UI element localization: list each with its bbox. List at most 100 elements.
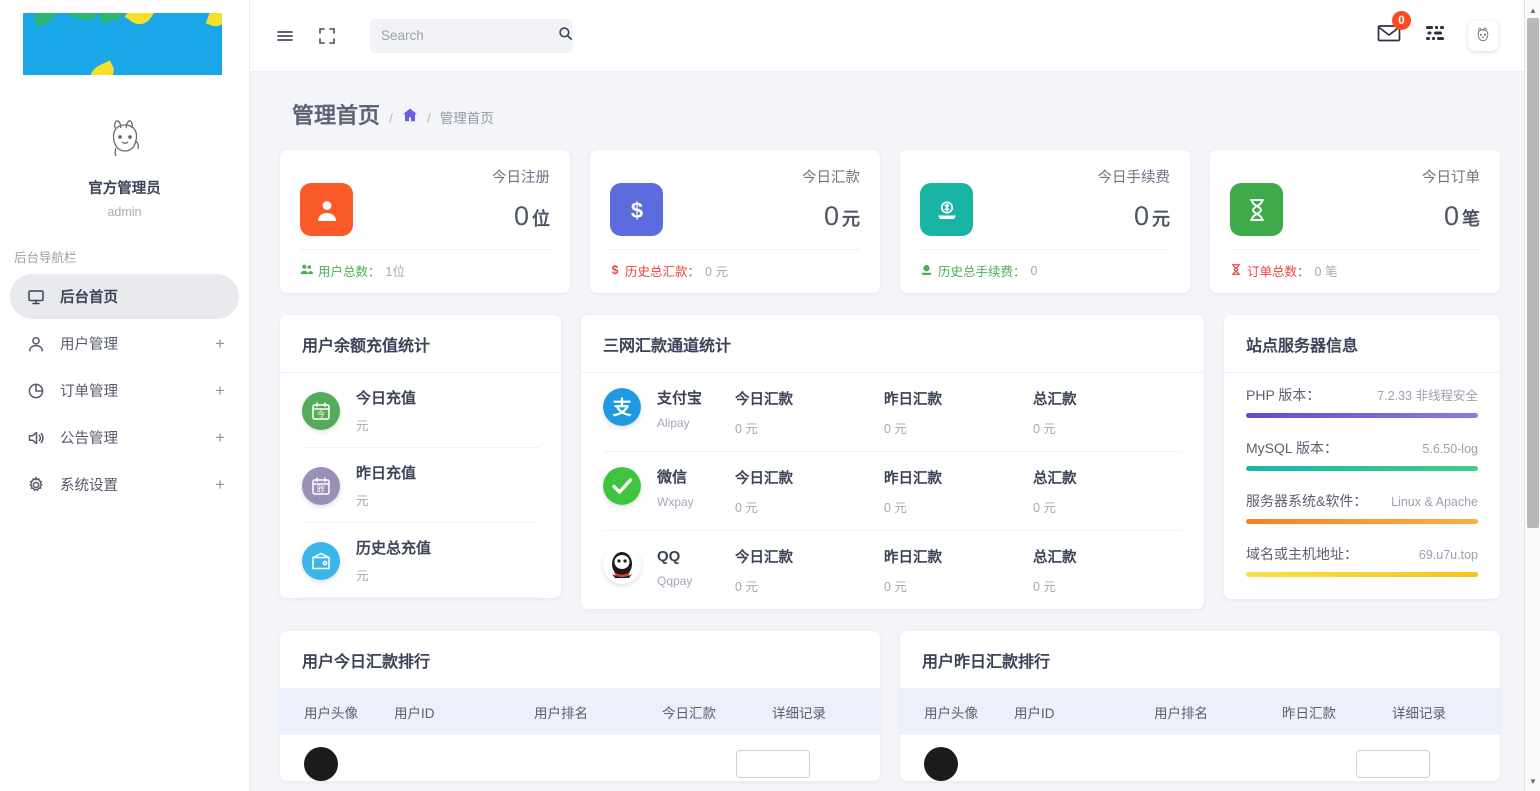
channel-row-2: QQ Qqpay 今日汇款 0 元 昨日汇款 0 元 总汇款 0 元 xyxy=(603,531,1182,609)
browser-scrollbar[interactable]: ▲ ▼ xyxy=(1524,0,1540,791)
brand-decorative-image xyxy=(23,13,222,75)
sidebar-item-expand[interactable]: + xyxy=(215,335,225,352)
detail-button[interactable] xyxy=(1356,750,1430,778)
stat-card-number: 0 xyxy=(514,201,529,231)
stat-card-0[interactable]: 今日注册 0位 用户总数： 1位 xyxy=(280,150,570,293)
channel-col-header: 今日汇款 xyxy=(735,467,884,488)
channel-name: 支付宝 xyxy=(657,388,735,410)
channel-name: QQ xyxy=(657,546,735,568)
wechat-icon xyxy=(603,467,641,505)
sidebar-item-expand[interactable]: + xyxy=(215,382,225,399)
server-info-key: 域名或主机地址： xyxy=(1246,544,1358,564)
rank-table-1: 用户昨日汇款排行 用户头像用户ID用户排名昨日汇款详细记录 xyxy=(900,631,1500,781)
stat-cards-row: 今日注册 0位 用户总数： 1位 $ 今日汇款 0元 $ 历史总汇款： xyxy=(280,150,1500,293)
stat-card-foot-label: 历史总汇款： xyxy=(625,261,700,280)
scroll-up-arrow[interactable]: ▲ xyxy=(1525,2,1540,18)
search-icon[interactable] xyxy=(558,26,573,46)
avatar xyxy=(924,747,958,781)
stat-card-label: 今日手续费 xyxy=(1098,166,1171,187)
rank-col-header-4: 详细记录 xyxy=(768,702,880,722)
rank-table-title: 用户今日汇款排行 xyxy=(280,631,880,689)
channel-col-value: 0 元 xyxy=(884,497,1033,516)
sidebar-item-label: 系统设置 xyxy=(60,474,215,495)
home-icon[interactable] xyxy=(402,107,418,127)
stat-card-unit: 元 xyxy=(842,209,860,229)
breadcrumb-current: 管理首页 xyxy=(440,107,494,127)
table-row[interactable] xyxy=(280,735,880,781)
rank-col-header-2: 用户排名 xyxy=(530,702,658,722)
server-info-value: 5.6.50-log xyxy=(1422,442,1478,456)
avatar[interactable] xyxy=(97,112,153,168)
panels-row: 用户余额充值统计 今 今日充值 元 昨 昨日充值 元 历史总充值 元 三网汇款通… xyxy=(280,315,1500,609)
sidebar-item-expand[interactable]: + xyxy=(215,429,225,446)
mail-icon[interactable]: 0 xyxy=(1376,20,1402,51)
stat-card-2[interactable]: 今日手续费 0元 历史总手续费： 0 xyxy=(900,150,1190,293)
rank-col-header-2: 用户排名 xyxy=(1150,702,1278,722)
channel-row-0: 支 支付宝 Alipay 今日汇款 0 元 昨日汇款 0 元 总汇款 0 元 xyxy=(603,373,1182,452)
stat-card-value: 0元 xyxy=(1098,201,1171,232)
rank-col-header-0: 用户头像 xyxy=(900,702,1010,722)
sidebar-item-3[interactable]: 公告管理 + xyxy=(10,415,239,460)
channel-sub: Wxpay xyxy=(657,495,735,509)
sidebar-item-label: 后台首页 xyxy=(60,286,225,307)
brand-logo[interactable]: 官方后台 xyxy=(0,0,249,86)
search-input[interactable] xyxy=(381,28,558,43)
stat-card-1[interactable]: $ 今日汇款 0元 $ 历史总汇款： 0 元 xyxy=(590,150,880,293)
detail-button[interactable] xyxy=(736,750,810,778)
stat-card-label: 今日注册 xyxy=(492,166,550,187)
sidebar-item-1[interactable]: 用户管理 + xyxy=(10,321,239,366)
channel-col-header: 昨日汇款 xyxy=(884,467,1033,488)
stat-card-value: 0元 xyxy=(802,201,860,232)
apps-grid-icon[interactable] xyxy=(1424,22,1446,49)
recharge-panel-title: 用户余额充值统计 xyxy=(280,315,561,373)
svg-text:昨: 昨 xyxy=(317,484,325,494)
dna-icon xyxy=(1230,183,1283,236)
channel-col-0: 今日汇款 0 元 xyxy=(735,546,884,595)
stat-card-unit: 笔 xyxy=(1462,209,1480,229)
channel-col-header: 昨日汇款 xyxy=(884,546,1033,567)
hamburger-icon[interactable] xyxy=(268,19,302,53)
stat-card-foot-label: 历史总手续费： xyxy=(938,261,1026,280)
users-icon xyxy=(300,263,313,279)
recharge-row-value: 元 xyxy=(356,565,431,584)
breadcrumb-separator-2: / xyxy=(427,110,431,126)
fullscreen-icon[interactable] xyxy=(310,19,344,53)
server-info-list: PHP 版本： 7.2.33 非线程安全 MySQL 版本： 5.6.50-lo… xyxy=(1224,373,1500,599)
channel-col-0: 今日汇款 0 元 xyxy=(735,467,884,516)
search-box[interactable] xyxy=(370,19,573,53)
stat-card-3[interactable]: 今日订单 0笔 订单总数： 0 笔 xyxy=(1210,150,1500,293)
scroll-down-arrow[interactable]: ▼ xyxy=(1525,773,1540,789)
server-info-value: Linux & Apache xyxy=(1391,495,1478,509)
alipay-icon: 支 xyxy=(603,388,641,426)
rank-col-header-1: 用户ID xyxy=(1010,702,1150,722)
recharge-row-2: 历史总充值 元 xyxy=(302,523,539,598)
user-avatar-button[interactable] xyxy=(1468,21,1498,51)
sidebar-item-0[interactable]: 后台首页 xyxy=(10,274,239,319)
user-icon xyxy=(26,334,46,354)
user-solid-icon xyxy=(300,183,353,236)
profile-name: 官方管理员 xyxy=(88,177,161,198)
channel-col-header: 总汇款 xyxy=(1033,388,1182,409)
sidebar-item-label: 公告管理 xyxy=(60,427,215,448)
channel-col-value: 0 元 xyxy=(884,418,1033,437)
recharge-row-0: 今 今日充值 元 xyxy=(302,373,539,448)
channel-sub: Alipay xyxy=(657,416,735,430)
rank-col-header-1: 用户ID xyxy=(390,702,530,722)
sidebar-item-4[interactable]: 系统设置 + xyxy=(10,462,239,507)
scrollbar-thumb[interactable] xyxy=(1527,18,1539,528)
channel-col-value: 0 元 xyxy=(735,576,884,595)
rank-table-title: 用户昨日汇款排行 xyxy=(900,631,1500,689)
speaker-icon xyxy=(26,428,46,448)
rank-col-header-4: 详细记录 xyxy=(1388,702,1500,722)
sidebar-item-expand[interactable]: + xyxy=(215,476,225,493)
stat-card-number: 0 xyxy=(824,201,839,231)
server-info-item-0: PHP 版本： 7.2.33 非线程安全 xyxy=(1246,373,1478,426)
stat-card-unit: 元 xyxy=(1152,209,1170,229)
table-row[interactable] xyxy=(900,735,1500,781)
topbar: 0 xyxy=(250,0,1540,72)
server-info-item-3: 域名或主机地址： 69.u7u.top xyxy=(1246,532,1478,585)
stat-card-foot-label: 订单总数： xyxy=(1247,261,1310,280)
channel-panel-title: 三网汇款通道统计 xyxy=(581,315,1204,373)
sidebar-item-2[interactable]: 订单管理 + xyxy=(10,368,239,413)
svg-text:支: 支 xyxy=(611,397,632,419)
